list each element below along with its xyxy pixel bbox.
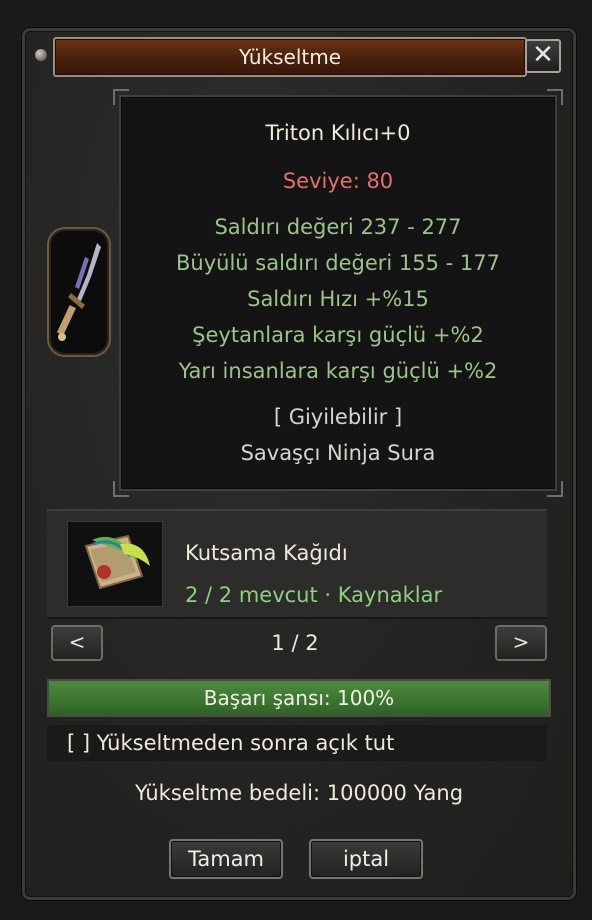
stat-attack-speed: Saldırı Hızı +%15 (247, 287, 429, 311)
next-page-button[interactable]: > (495, 625, 547, 661)
item-slot[interactable] (47, 227, 111, 357)
corner-decoration (113, 481, 129, 497)
page-indicator: 1 / 2 (271, 631, 319, 655)
ok-button-label: Tamam (187, 847, 264, 871)
title-knob-icon (35, 49, 47, 61)
material-panel: Kutsama Kağıdı 2 / 2 mevcut · Kaynaklar (47, 509, 547, 619)
upgrade-window: Yükseltme ✕ Triton Kılıcı+0 Seviye: 80 S… (22, 28, 576, 900)
upgrade-cost: Yükseltme bedeli: 100000 Yang (134, 781, 464, 805)
corner-decoration (547, 89, 563, 105)
window-title-bar[interactable]: Yükseltme (53, 37, 527, 77)
stat-attack: Saldırı değeri 237 - 277 (214, 215, 462, 239)
cancel-button-label: iptal (342, 847, 390, 871)
window-title: Yükseltme (238, 45, 342, 69)
close-button[interactable]: ✕ (525, 39, 561, 73)
chevron-right-icon: > (512, 630, 530, 654)
corner-decoration (547, 481, 563, 497)
chevron-left-icon: < (68, 630, 86, 654)
sword-icon (56, 243, 101, 341)
stat-magic-attack: Büyülü saldırı değeri 155 - 177 (176, 251, 500, 275)
material-slot[interactable] (67, 521, 163, 607)
keep-open-checkbox[interactable]: [ ] Yükseltmeden sonra açık tut (47, 725, 547, 761)
item-name: Triton Kılıcı+0 (265, 121, 411, 145)
item-level: Seviye: 80 (282, 169, 394, 193)
item-tooltip: Triton Kılıcı+0 Seviye: 80 Saldırı değer… (113, 89, 563, 497)
prev-page-button[interactable]: < (51, 625, 103, 661)
success-chance-label: Başarı şansı: 100% (203, 686, 395, 710)
class-list: Savaşçı Ninja Sura (240, 441, 436, 465)
wearable-label: [ Giyilebilir ] (273, 405, 403, 429)
close-icon: ✕ (532, 40, 554, 70)
cancel-button[interactable]: iptal (309, 839, 423, 879)
success-chance-bar: Başarı şansı: 100% (47, 679, 551, 717)
material-name: Kutsama Kağıdı (185, 541, 348, 565)
ok-button[interactable]: Tamam (169, 839, 283, 879)
corner-decoration (113, 89, 129, 105)
keep-open-label: [ ] Yükseltmeden sonra açık tut (67, 731, 395, 755)
stat-vs-demons: Şeytanlara karşı güçlü +%2 (192, 323, 484, 347)
blessing-scroll-icon (84, 534, 150, 590)
stat-vs-half-humans: Yarı insanlara karşı güçlü +%2 (178, 359, 498, 383)
material-count: 2 / 2 mevcut · Kaynaklar (185, 583, 443, 607)
